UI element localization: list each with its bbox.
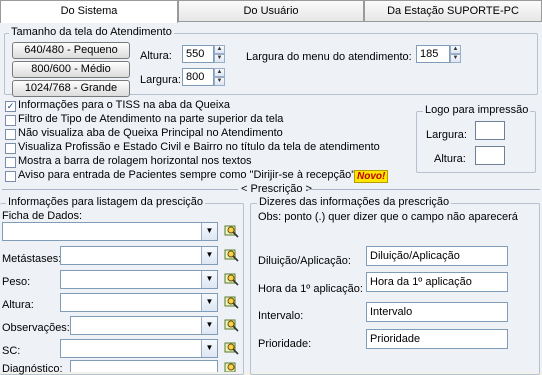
logo-height-label: Altura:	[434, 153, 466, 165]
diluicao-label: Diluição/Aplicação:	[258, 255, 351, 267]
ficha-combo[interactable]: ▼	[2, 222, 218, 241]
dizeres-note: Obs: ponto (.) quer dizer que o campo nã…	[258, 211, 518, 223]
observacoes-label: Observações:	[2, 322, 70, 334]
prioridade-label: Prioridade:	[258, 338, 312, 350]
observacoes-combo[interactable]: ▼	[70, 316, 218, 335]
logo-title: Logo para impressão	[423, 104, 531, 116]
hora-label: Hora da 1º aplicação:	[258, 283, 363, 295]
size-large-button[interactable]: 1024/768 - Grande	[12, 80, 130, 97]
logo-width-box[interactable]	[475, 121, 505, 140]
spin-down-icon[interactable]: ▼	[214, 54, 225, 63]
altura-label: Altura:	[2, 299, 34, 311]
width-spinner[interactable]: ▲ ▼	[214, 68, 225, 86]
spin-up-icon[interactable]: ▲	[214, 45, 225, 54]
logo-height-box[interactable]	[475, 146, 505, 165]
spin-down-icon[interactable]: ▼	[450, 54, 461, 63]
field-picker-icon[interactable]	[223, 360, 239, 372]
option-rolagem-label: Mostra a barra de rolagem horizontal nos…	[18, 155, 252, 167]
option-filtro-label: Filtro de Tipo de Atendimento na parte s…	[18, 113, 284, 125]
altura-combo[interactable]: ▼	[60, 293, 218, 312]
novo-badge: Novo!	[354, 170, 389, 183]
field-picker-icon[interactable]	[223, 317, 239, 333]
chevron-down-icon[interactable]: ▼	[201, 223, 217, 240]
chevron-down-icon[interactable]: ▼	[201, 317, 217, 334]
metastases-combo[interactable]: ▼	[60, 246, 218, 265]
spin-up-icon[interactable]: ▲	[214, 68, 225, 77]
divider-right	[306, 189, 540, 190]
field-picker-icon[interactable]	[223, 294, 239, 310]
peso-label: Peso:	[2, 276, 31, 288]
size-medium-button[interactable]: 800/600 - Médio	[12, 61, 130, 78]
option-tiss-checkbox[interactable]: ✓	[5, 101, 16, 112]
chevron-down-icon[interactable]: ▼	[201, 340, 217, 357]
intervalo-label: Intervalo:	[258, 310, 304, 322]
chevron-down-icon[interactable]: ▼	[201, 247, 217, 264]
metastases-label: Metástases:	[2, 253, 62, 265]
ficha-label: Ficha de Dados:	[2, 210, 83, 222]
spin-up-icon[interactable]: ▲	[450, 45, 461, 54]
field-picker-icon[interactable]	[223, 223, 239, 239]
height-spinner[interactable]: ▲ ▼	[214, 45, 225, 63]
diluicao-input[interactable]: Diluição/Aplicação	[366, 246, 508, 266]
height-label: Altura:	[140, 50, 172, 62]
option-filtro-checkbox[interactable]	[5, 115, 16, 126]
tab-bar: Do Sistema Do Usuário Da Estação SUPORTE…	[0, 0, 542, 23]
diagnostico-combo[interactable]	[70, 360, 218, 372]
screen-size-title: Tamanho da tela do Atendimento	[9, 26, 174, 38]
menu-width-input[interactable]: 185	[416, 45, 450, 63]
size-small-button[interactable]: 640/480 - Pequeno	[12, 42, 130, 59]
listagem-title: Informações para listagem da prescição	[6, 196, 206, 208]
option-tiss-label: Informações para o TISS na aba da Queixa	[18, 99, 230, 111]
intervalo-input[interactable]: Intervalo	[366, 302, 508, 322]
option-aviso-checkbox[interactable]	[5, 171, 16, 182]
sc-combo[interactable]: ▼	[60, 339, 218, 358]
chevron-down-icon[interactable]: ▼	[201, 271, 217, 288]
menu-width-label: Largura do menu do atendimento:	[246, 51, 412, 63]
option-queixa-checkbox[interactable]	[5, 129, 16, 140]
peso-combo[interactable]: ▼	[60, 270, 218, 289]
tab-label: Do Sistema	[60, 5, 118, 17]
height-input[interactable]: 550	[182, 45, 214, 63]
option-aviso-label: Aviso para entrada de Pacientes sempre c…	[18, 169, 356, 181]
field-picker-icon[interactable]	[223, 340, 239, 356]
field-picker-icon[interactable]	[223, 271, 239, 287]
divider-left	[2, 189, 238, 190]
width-input[interactable]: 800	[182, 68, 214, 86]
tab-label: Do Usuário	[243, 5, 299, 17]
tab-da-estacao[interactable]: Da Estação SUPORTE-PC	[364, 0, 542, 22]
option-rolagem-checkbox[interactable]	[5, 157, 16, 168]
tab-do-usuario[interactable]: Do Usuário	[178, 0, 364, 22]
width-label: Largura:	[140, 74, 181, 86]
spin-down-icon[interactable]: ▼	[214, 77, 225, 86]
logo-width-label: Largura:	[426, 129, 467, 141]
option-profissao-checkbox[interactable]	[5, 143, 16, 154]
hora-input[interactable]: Hora da 1º aplicação	[366, 272, 508, 292]
option-profissao-label: Visualiza Profissão e Estado Civil e Bai…	[18, 141, 380, 153]
sc-label: SC:	[2, 345, 21, 357]
tab-do-sistema[interactable]: Do Sistema	[0, 0, 178, 23]
prioridade-input[interactable]: Prioridade	[366, 329, 508, 349]
tab-label: Da Estação SUPORTE-PC	[387, 5, 519, 17]
dizeres-title: Dizeres das informações da prescrição	[257, 196, 452, 208]
field-picker-icon[interactable]	[223, 247, 239, 263]
chevron-down-icon[interactable]: ▼	[201, 294, 217, 311]
diagnostico-label: Diagnóstico:	[2, 363, 63, 375]
menu-width-spinner[interactable]: ▲ ▼	[450, 45, 461, 63]
prescricao-divider-label: < Prescrição >	[241, 183, 312, 195]
option-queixa-label: Não visualiza aba de Queixa Principal no…	[18, 127, 283, 139]
